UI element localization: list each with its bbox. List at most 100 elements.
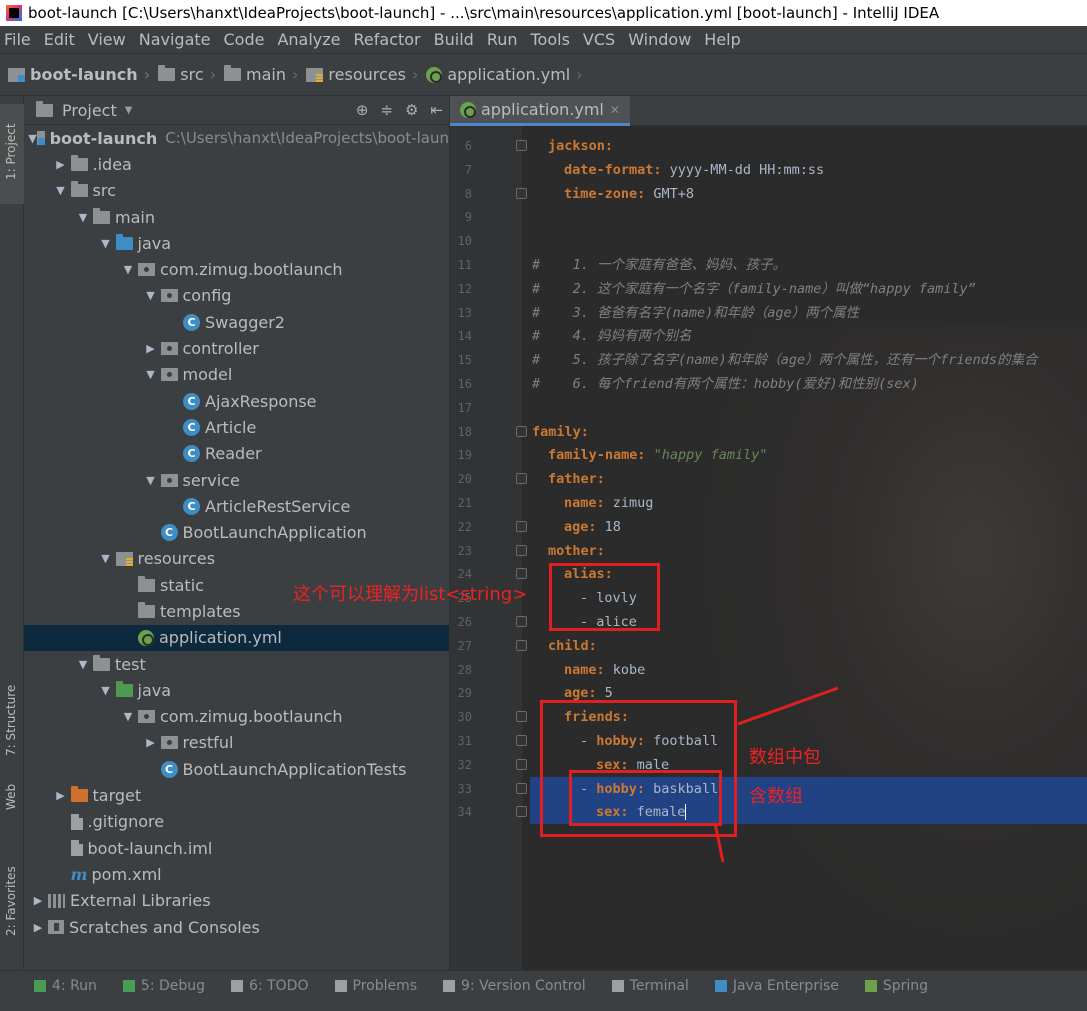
- breadcrumb-item-resources[interactable]: resources ›: [306, 65, 418, 84]
- menu-refactor[interactable]: Refactor: [354, 30, 421, 49]
- fold-marker-icon[interactable]: [516, 473, 527, 485]
- chevron-down-icon[interactable]: ▼: [51, 184, 71, 197]
- bottom-tab-debug[interactable]: 5: Debug: [122, 978, 205, 994]
- tree-item[interactable]: C BootLaunchApplication: [24, 519, 449, 545]
- gear-icon[interactable]: ⚙: [405, 101, 418, 119]
- tree-item[interactable]: ▶ controller: [24, 335, 449, 361]
- hide-panel-icon[interactable]: ⇤: [430, 101, 443, 119]
- chevron-right-icon[interactable]: ▶: [28, 921, 48, 934]
- tree-item[interactable]: ▼ main: [24, 204, 449, 230]
- fold-marker-icon[interactable]: [516, 711, 527, 723]
- chevron-down-icon[interactable]: ▼: [73, 658, 93, 671]
- bottom-tab-run[interactable]: 4: Run: [34, 978, 97, 994]
- fold-marker-icon[interactable]: [516, 568, 527, 580]
- tree-item[interactable]: ▼ model: [24, 362, 449, 388]
- menu-help[interactable]: Help: [704, 30, 740, 49]
- tree-item[interactable]: boot-launch.iml: [24, 835, 449, 861]
- tree-item[interactable]: ▼ resources: [24, 546, 449, 572]
- tree-item[interactable]: ▼ config: [24, 283, 449, 309]
- chevron-down-icon[interactable]: ▼: [118, 263, 138, 276]
- menu-build[interactable]: Build: [434, 30, 474, 49]
- tree-item[interactable]: C Article: [24, 414, 449, 440]
- chevron-down-icon[interactable]: ▼: [141, 474, 161, 487]
- chevron-down-icon[interactable]: ▼: [125, 105, 133, 116]
- breadcrumb-item-src[interactable]: src ›: [158, 65, 216, 84]
- chevron-down-icon[interactable]: ▼: [96, 237, 116, 250]
- package-icon: [160, 473, 178, 487]
- chevron-right-icon[interactable]: ▶: [28, 894, 48, 907]
- tree-item[interactable]: C Reader: [24, 441, 449, 467]
- chevron-down-icon[interactable]: ▼: [96, 552, 116, 565]
- editor-tab-application-yml[interactable]: application.yml ✕: [450, 96, 630, 126]
- locate-icon[interactable]: ⊕: [356, 101, 369, 119]
- bottom-tab-spring[interactable]: Spring: [864, 978, 928, 994]
- tool-tab-project[interactable]: 1: Project: [0, 104, 24, 204]
- close-icon[interactable]: ✕: [610, 103, 620, 117]
- tree-item[interactable]: ▼ java: [24, 677, 449, 703]
- breadcrumb-item-project[interactable]: boot-launch ›: [8, 65, 150, 84]
- fold-marker-icon[interactable]: [516, 758, 527, 770]
- menu-view[interactable]: View: [88, 30, 126, 49]
- fold-marker-icon[interactable]: [516, 735, 527, 746]
- chevron-down-icon[interactable]: ▼: [96, 684, 116, 697]
- bottom-tab-problems[interactable]: Problems: [334, 978, 417, 994]
- bottom-tab-java-enterprise[interactable]: Java Enterprise: [714, 978, 839, 994]
- breadcrumb-item-main[interactable]: main ›: [224, 65, 298, 84]
- chevron-down-icon[interactable]: ▼: [118, 710, 138, 723]
- tree-item[interactable]: ▶ Scratches and Consoles: [24, 914, 449, 940]
- menu-window[interactable]: Window: [628, 30, 691, 49]
- fold-marker-icon[interactable]: [516, 520, 527, 532]
- chevron-right-icon[interactable]: ▶: [141, 736, 161, 749]
- chevron-right-icon[interactable]: ▶: [141, 342, 161, 355]
- fold-marker-icon[interactable]: [516, 187, 527, 199]
- fold-marker-icon[interactable]: [516, 544, 527, 556]
- tool-tab-favorites[interactable]: 2: Favorites: [0, 860, 24, 960]
- menu-analyze[interactable]: Analyze: [277, 30, 340, 49]
- chevron-right-icon[interactable]: ▶: [51, 789, 71, 802]
- tree-item[interactable]: ▼ com.zimug.bootlaunch: [24, 704, 449, 730]
- bottom-tab-terminal[interactable]: Terminal: [611, 978, 689, 994]
- tree-item[interactable]: ▼ boot-launch C:\Users\hanxt\IdeaProjects\…: [24, 125, 449, 151]
- menu-file[interactable]: File: [4, 30, 31, 49]
- tree-item[interactable]: ▶ .idea: [24, 151, 449, 177]
- menu-tools[interactable]: Tools: [531, 30, 570, 49]
- collapse-all-icon[interactable]: ≑: [380, 101, 393, 119]
- fold-marker-icon[interactable]: [516, 425, 527, 437]
- tree-item[interactable]: C BootLaunchApplicationTests: [24, 756, 449, 782]
- menu-edit[interactable]: Edit: [44, 30, 75, 49]
- menu-code[interactable]: Code: [224, 30, 265, 49]
- tree-item[interactable]: ▶ External Libraries: [24, 888, 449, 914]
- tree-item[interactable]: ▼ service: [24, 467, 449, 493]
- fold-marker-icon[interactable]: [516, 806, 527, 818]
- tree-item[interactable]: C AjaxResponse: [24, 388, 449, 414]
- tree-item[interactable]: m pom.xml: [24, 861, 449, 887]
- menu-navigate[interactable]: Navigate: [139, 30, 211, 49]
- tree-item[interactable]: ▼ java: [24, 230, 449, 256]
- tree-item[interactable]: C ArticleRestService: [24, 493, 449, 519]
- fold-marker-icon[interactable]: [516, 140, 527, 151]
- bottom-tab-todo[interactable]: 6: TODO: [231, 978, 309, 994]
- tree-item[interactable]: ▶ target: [24, 782, 449, 808]
- tree-item[interactable]: application.yml: [24, 624, 449, 651]
- chevron-down-icon[interactable]: ▼: [73, 211, 93, 224]
- bottom-tab-version-control[interactable]: 9: Version Control: [443, 978, 586, 994]
- tool-tab-web[interactable]: Web: [0, 780, 24, 838]
- fold-marker-icon[interactable]: [516, 616, 527, 627]
- tree-item[interactable]: ▼ src: [24, 178, 449, 204]
- chevron-down-icon[interactable]: ▼: [141, 368, 161, 381]
- tree-item[interactable]: ▼ test: [24, 651, 449, 677]
- fold-marker-icon[interactable]: [516, 639, 527, 651]
- tree-item[interactable]: ▼ com.zimug.bootlaunch: [24, 256, 449, 282]
- tree-item[interactable]: C Swagger2: [24, 309, 449, 335]
- chevron-right-icon[interactable]: ▶: [51, 158, 71, 171]
- tool-tab-structure[interactable]: 7: Structure: [0, 656, 24, 761]
- project-panel-title[interactable]: Project: [62, 101, 117, 120]
- fold-marker-icon[interactable]: [516, 782, 527, 794]
- tree-item[interactable]: ▶ restful: [24, 730, 449, 756]
- tree-item[interactable]: .gitignore: [24, 809, 449, 835]
- menu-vcs[interactable]: VCS: [583, 30, 615, 49]
- menu-run[interactable]: Run: [487, 30, 518, 49]
- chevron-down-icon[interactable]: ▼: [28, 132, 37, 145]
- breadcrumb-item-file[interactable]: application.yml ›: [426, 65, 583, 84]
- chevron-down-icon[interactable]: ▼: [141, 289, 161, 302]
